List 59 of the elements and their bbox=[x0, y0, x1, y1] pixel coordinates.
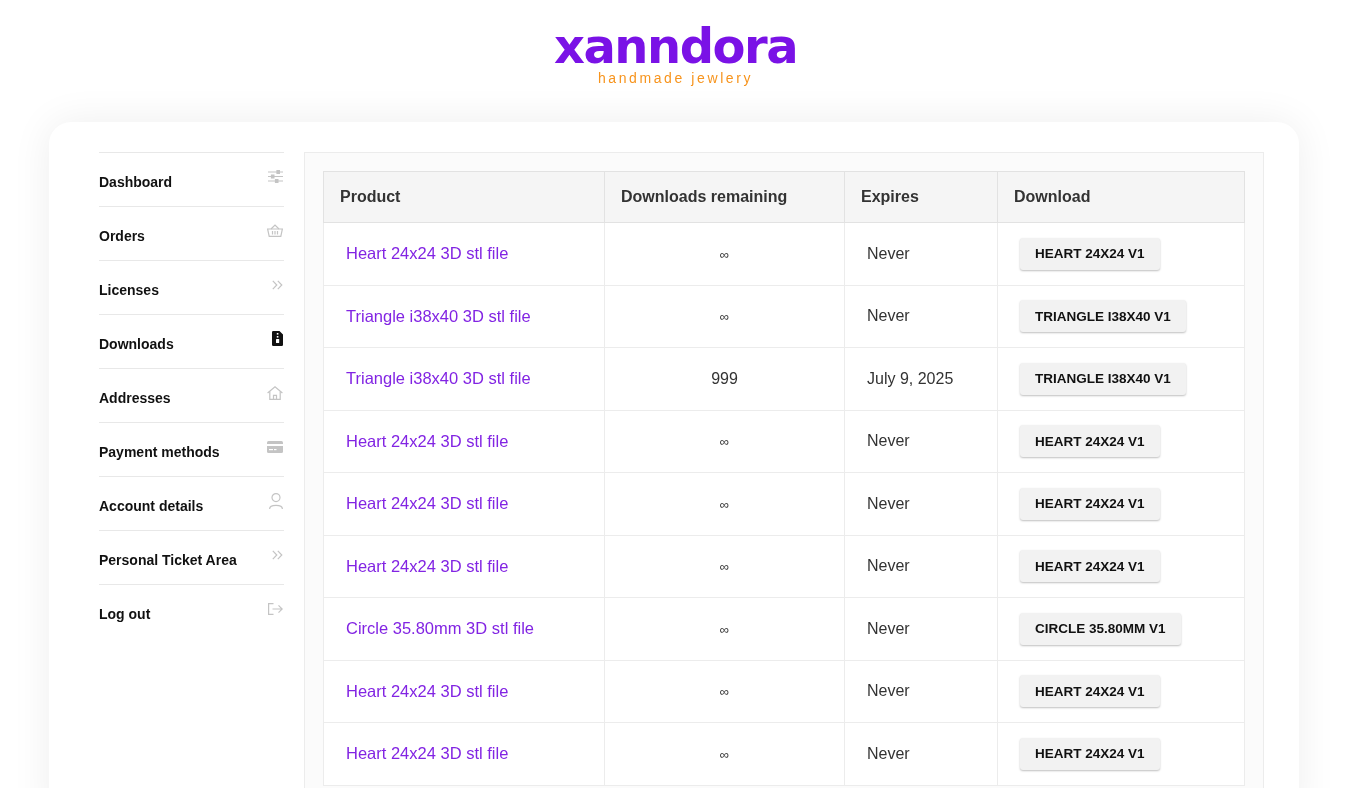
product-link[interactable]: Heart 24x24 3D stl file bbox=[346, 744, 509, 763]
product-link[interactable]: Heart 24x24 3D stl file bbox=[346, 431, 509, 450]
table-cell: ∞ bbox=[604, 597, 845, 660]
credit-card-icon bbox=[267, 440, 283, 453]
nav-item[interactable]: Orders bbox=[99, 206, 284, 260]
download-button[interactable]: HEART 24X24 V1 bbox=[1020, 487, 1160, 520]
nav-item[interactable]: Personal Ticket Area bbox=[99, 530, 284, 584]
product-link[interactable]: Heart 24x24 3D stl file bbox=[346, 244, 509, 263]
table-cell: ∞ bbox=[604, 410, 845, 473]
nav-item[interactable]: Payment methods bbox=[99, 422, 284, 476]
table-cell: Never bbox=[844, 722, 998, 785]
download-button[interactable]: CIRCLE 35.80MM V1 bbox=[1020, 612, 1181, 645]
column-header: Download bbox=[997, 171, 1245, 223]
nav-item[interactable]: Dashboard bbox=[99, 152, 284, 206]
sliders-icon bbox=[268, 170, 283, 183]
table-cell: July 9, 2025 bbox=[844, 347, 998, 410]
double-chevron-icon bbox=[272, 549, 283, 560]
logo-wordmark: xanndora bbox=[553, 24, 798, 68]
user-icon bbox=[269, 492, 283, 509]
product-link[interactable]: Heart 24x24 3D stl file bbox=[346, 494, 509, 513]
basket-icon bbox=[267, 224, 283, 237]
download-button[interactable]: HEART 24X24 V1 bbox=[1020, 425, 1160, 458]
table-cell: Never bbox=[844, 222, 998, 285]
product-link[interactable]: Triangle i38x40 3D stl file bbox=[346, 369, 531, 388]
double-chevron-icon bbox=[272, 279, 283, 290]
download-button[interactable]: HEART 24X24 V1 bbox=[1020, 737, 1160, 770]
table-cell: Never bbox=[844, 535, 998, 598]
nav-item[interactable]: Log out bbox=[99, 584, 284, 638]
download-button[interactable]: HEART 24X24 V1 bbox=[1020, 237, 1160, 270]
download-button[interactable]: HEART 24X24 V1 bbox=[1020, 675, 1160, 708]
table-cell: Never bbox=[844, 660, 998, 723]
column-header: Expires bbox=[844, 171, 998, 223]
download-button[interactable]: HEART 24X24 V1 bbox=[1020, 550, 1160, 583]
product-link[interactable]: Triangle i38x40 3D stl file bbox=[346, 306, 531, 325]
nav-item[interactable]: Downloads bbox=[99, 314, 284, 368]
table-cell: Never bbox=[844, 410, 998, 473]
logout-icon bbox=[268, 602, 283, 615]
table-cell: Never bbox=[844, 472, 998, 535]
table-cell: Never bbox=[844, 597, 998, 660]
table-cell: ∞ bbox=[604, 660, 845, 723]
nav-item[interactable]: Account details bbox=[99, 476, 284, 530]
nav-item[interactable]: Addresses bbox=[99, 368, 284, 422]
download-button[interactable]: TRIANGLE I38X40 V1 bbox=[1020, 362, 1186, 395]
product-link[interactable]: Heart 24x24 3D stl file bbox=[346, 681, 509, 700]
table-cell: ∞ bbox=[604, 535, 845, 598]
table-cell: ∞ bbox=[604, 285, 845, 348]
table-cell: ∞ bbox=[604, 472, 845, 535]
table-cell: ∞ bbox=[604, 722, 845, 785]
column-header: Downloads remaining bbox=[604, 171, 845, 223]
table-cell: Never bbox=[844, 285, 998, 348]
column-header: Product bbox=[323, 171, 605, 223]
download-button[interactable]: TRIANGLE I38X40 V1 bbox=[1020, 300, 1186, 333]
logo-tagline: handmade jewlery bbox=[597, 70, 754, 86]
product-link[interactable]: Heart 24x24 3D stl file bbox=[346, 556, 509, 575]
house-icon bbox=[267, 385, 283, 400]
document-icon bbox=[272, 331, 283, 346]
nav-item[interactable]: Licenses bbox=[99, 260, 284, 314]
table-cell: ∞ bbox=[604, 222, 845, 285]
table-cell: 999 bbox=[604, 347, 845, 410]
